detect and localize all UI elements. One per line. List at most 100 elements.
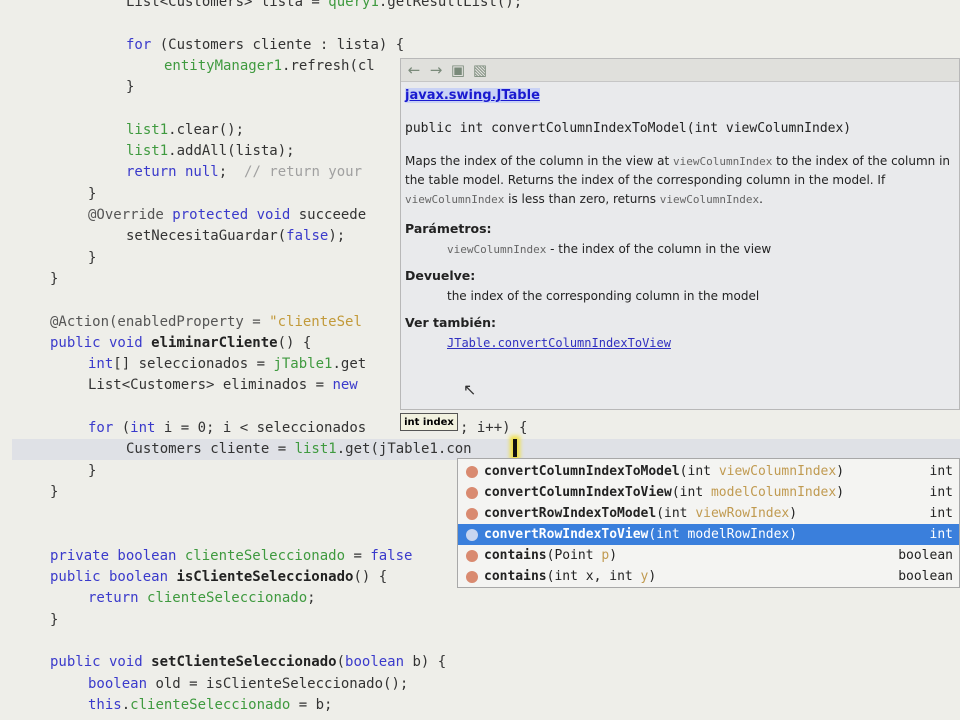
code-token: @Action(enabledProperty = (50, 313, 270, 330)
code-token: ( (113, 420, 131, 436)
code-line[interactable]: for (int i = 0; i < seleccionados ; i++) … (0, 418, 960, 439)
back-icon[interactable]: ← (405, 61, 423, 79)
method-params: ) (609, 548, 618, 563)
code-line[interactable]: this.clienteSeleccionado = b; (0, 695, 960, 716)
method-params: (int (679, 464, 719, 479)
code-token: int (88, 356, 114, 373)
method-params: (int (656, 506, 696, 521)
completion-item[interactable]: convertColumnIndexToModel (int viewColumn… (458, 461, 959, 482)
code-line[interactable] (0, 631, 960, 652)
source-icon[interactable]: ▧ (471, 61, 489, 79)
method-name: contains (484, 548, 547, 563)
param-entry: viewColumnIndex - the index of the colum… (405, 242, 955, 256)
code-token: private boolean (50, 547, 185, 564)
code-line[interactable]: return clienteSeleccionado; (0, 588, 960, 609)
code-token: ; i++) { (460, 420, 528, 436)
method-name: convertRowIndexToView (484, 527, 649, 542)
desc-code: viewColumnIndex (659, 193, 760, 206)
code-token: query1 (328, 0, 379, 10)
param-name: viewColumnIndex (447, 243, 547, 256)
code-token: jTable1 (273, 356, 333, 373)
forward-icon[interactable]: → (427, 61, 445, 79)
method-icon (466, 507, 478, 520)
code-token: b) { (404, 654, 447, 671)
code-line[interactable]: for (Customers cliente : lista) { (0, 35, 960, 56)
code-line[interactable]: List<Customers> lista = query1.getResult… (0, 0, 960, 13)
param-name: modelColumnIndex (710, 485, 837, 500)
code-token: Customers cliente = (126, 441, 295, 458)
method-params: ) (836, 464, 845, 479)
params-heading: Parámetros: (405, 221, 492, 236)
return-type: boolean (898, 569, 953, 584)
parameter-tooltip: int index (400, 413, 458, 431)
method-params: ) (648, 569, 657, 584)
code-token: List<Customers> eliminados = (88, 377, 333, 394)
desc-code: viewColumnIndex (673, 155, 773, 168)
completion-item[interactable]: convertRowIndexToView (int modelRowIndex)… (458, 524, 959, 545)
code-token: boolean (88, 675, 148, 692)
method-name: contains (484, 569, 547, 584)
code-token: eliminarCliente (151, 334, 278, 351)
code-token: "clienteSel (269, 313, 362, 330)
code-token: list1 (126, 143, 169, 160)
see-also-link[interactable]: JTable.convertColumnIndexToView (447, 336, 671, 350)
method-params: (Point (546, 548, 602, 563)
return-type: int (929, 464, 953, 479)
code-token: () { (277, 334, 312, 351)
javadoc-toolbar: ← → ▣ ▧ (401, 59, 959, 82)
code-token: } (126, 79, 135, 96)
open-in-browser-icon[interactable]: ▣ (449, 61, 467, 79)
code-token: setNecesitaGuardar( (126, 228, 287, 245)
code-token: ; (307, 590, 316, 607)
code-token: clienteSeleccionado (184, 547, 346, 564)
code-token: ; (218, 164, 245, 181)
code-line[interactable]: public void setClienteSeleccionado(boole… (0, 652, 960, 673)
method-params: (int x, int (546, 569, 641, 584)
code-line[interactable]: } (0, 610, 960, 631)
method-name: convertColumnIndexToModel (484, 464, 680, 479)
code-token: public void (50, 654, 152, 671)
completion-item[interactable]: contains (Point p) boolean (458, 545, 959, 566)
code-token: public boolean (50, 569, 177, 586)
javadoc-popup: ← → ▣ ▧ javax.swing.JTable public int co… (400, 58, 960, 410)
method-icon (466, 465, 478, 478)
code-token: // return your (244, 164, 363, 181)
code-token: .addAll(lista); (168, 143, 295, 160)
desc-code: viewColumnIndex (405, 193, 505, 206)
param-name: p (601, 548, 610, 563)
method-params: (int (648, 527, 688, 542)
returns-desc: the index of the corresponding column in… (447, 289, 760, 303)
code-token: succeede (298, 207, 367, 223)
mouse-pointer-icon: ↖ (463, 380, 477, 399)
code-token: = b; (290, 696, 333, 713)
completion-item[interactable]: convertRowIndexToModel (int viewRowIndex)… (458, 503, 959, 524)
code-token: false (370, 547, 413, 564)
code-token: [] seleccionados = (113, 356, 274, 373)
code-token: i = 0; i < seleccionados (155, 420, 367, 436)
code-token: = (345, 547, 371, 564)
see-also-heading: Ver también: (405, 315, 497, 330)
param-name: viewColumnIndex (718, 464, 837, 479)
param-name: y (640, 569, 649, 584)
code-completion-list[interactable]: convertColumnIndexToModel (int viewColumn… (457, 458, 960, 588)
code-token: for (126, 36, 152, 53)
text-caret (513, 439, 517, 457)
code-token: int (130, 420, 156, 436)
code-line[interactable] (0, 13, 960, 34)
class-link[interactable]: javax.swing.JTable (405, 88, 540, 103)
code-token: boolean (345, 654, 405, 671)
code-token: List<Customers> lista = (126, 0, 329, 10)
method-icon (466, 486, 478, 499)
code-line[interactable]: boolean old = isClienteSeleccionado(); (0, 674, 960, 695)
param-desc: - the index of the column in the view (546, 242, 772, 256)
completion-item[interactable]: convertColumnIndexToView (int modelColumn… (458, 482, 959, 503)
method-name: convertColumnIndexToView (484, 485, 672, 500)
code-token: this (88, 696, 122, 713)
code-token: .clear(); (168, 121, 245, 138)
method-name: convertRowIndexToModel (484, 506, 657, 521)
completion-item[interactable]: contains (int x, int y) boolean (458, 566, 959, 587)
code-token: @Override (88, 207, 173, 223)
code-token: protected void (172, 207, 299, 223)
method-icon (466, 528, 478, 541)
code-token: false (286, 228, 329, 245)
